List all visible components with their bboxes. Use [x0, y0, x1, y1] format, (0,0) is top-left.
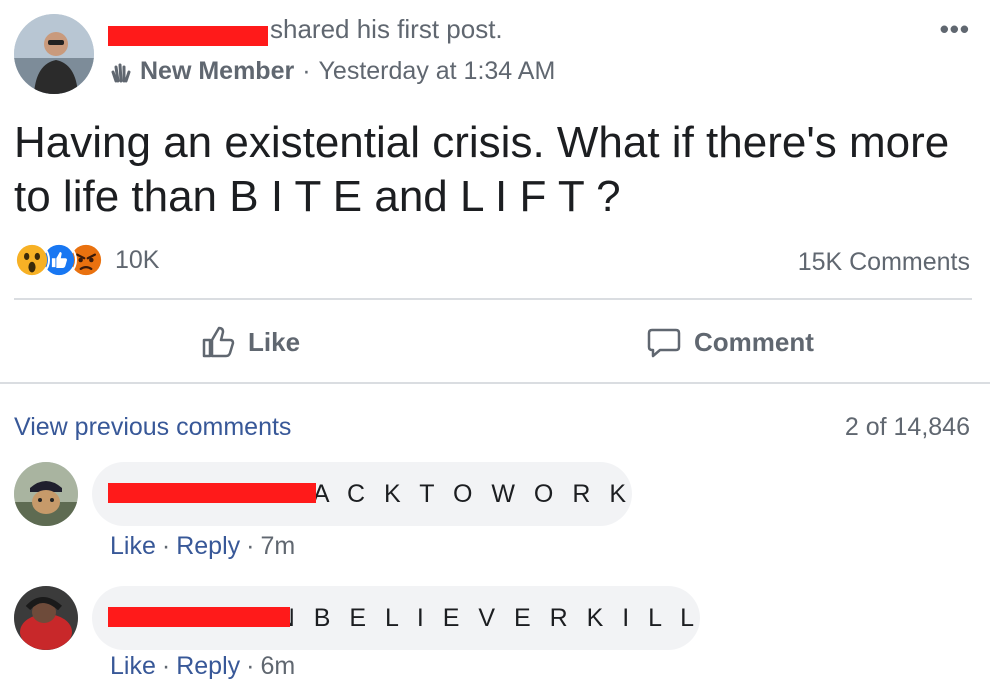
comment-meta: Like · Reply · 7m [110, 532, 296, 560]
separator: · [302, 57, 311, 85]
post-subheader: New Member · Yesterday at 1:34 AM [110, 57, 555, 86]
like-button[interactable]: Like [200, 324, 300, 360]
comment-reply-link[interactable]: Reply [176, 532, 240, 560]
commenter-avatar[interactable] [14, 586, 78, 650]
post-action-text: shared his first post. [270, 14, 503, 44]
thumbs-up-icon [202, 326, 235, 358]
comment-time[interactable]: 6m [260, 652, 295, 680]
view-previous-comments-link[interactable]: View previous comments [14, 413, 291, 442]
divider-bottom [0, 382, 990, 384]
reactions-summary[interactable]: 10K [14, 242, 159, 278]
reaction-count: 10K [115, 245, 160, 274]
comment-bubble-icon [647, 328, 681, 358]
wow-icon [14, 242, 50, 278]
post-header: shared his first post. [110, 14, 503, 45]
post-timestamp[interactable]: Yesterday at 1:34 AM [319, 57, 556, 86]
more-horizontal-icon[interactable]: ••• [940, 14, 970, 45]
new-member-badge[interactable]: New Member [140, 57, 294, 86]
wave-hand-icon [111, 63, 131, 82]
redacted-commenter-name [108, 607, 290, 627]
comment-text: B A C K T O W O R K [278, 479, 632, 508]
comment-button[interactable]: Comment [646, 324, 814, 360]
post-body: Having an existential crisis. What if th… [14, 118, 950, 221]
comments-pager: 2 of 14,846 [844, 413, 970, 441]
comment-label: Comment [694, 326, 814, 357]
redacted-commenter-name [108, 483, 316, 503]
comment-like-link[interactable]: Like [110, 532, 156, 560]
comment-like-link[interactable]: Like [110, 652, 156, 680]
author-avatar[interactable] [14, 14, 94, 94]
comment-reply-link[interactable]: Reply [176, 652, 240, 680]
comment-count[interactable]: 15K Comments [798, 248, 970, 277]
commenter-avatar[interactable] [14, 462, 78, 526]
comment-time[interactable]: 7m [260, 532, 295, 560]
comment-meta: Like · Reply · 6m [110, 652, 296, 680]
like-label: Like [248, 326, 301, 357]
divider-top [14, 298, 972, 300]
